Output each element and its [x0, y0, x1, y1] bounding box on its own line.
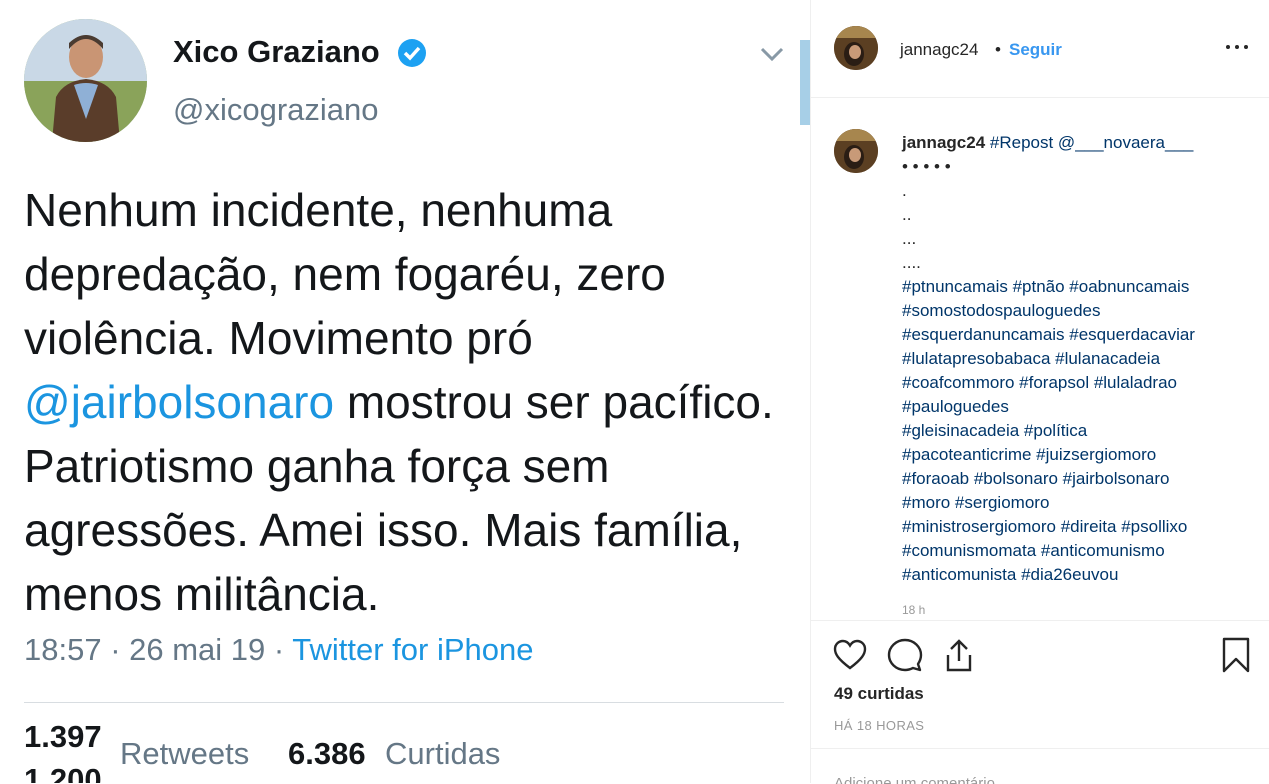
hashtag-line[interactable]: #gleisinacadeia #política — [902, 421, 1087, 440]
comment-icon[interactable] — [887, 637, 923, 673]
likes-count[interactable]: 49 curtidas — [834, 684, 924, 704]
verified-badge-icon — [398, 39, 426, 67]
caption-line: ... — [902, 229, 917, 248]
hashtag-line[interactable]: #pacoteanticrime #juizsergiomoro — [902, 445, 1156, 464]
tweet-meta: 18:57 · 26 mai 19 · Twitter for iPhone — [24, 632, 533, 668]
caption-line: .... — [902, 253, 921, 272]
scrollbar-thumb — [800, 40, 810, 125]
hashtag-line[interactable]: #moro #sergiomoro — [902, 493, 1049, 512]
hashtag-line[interactable]: #anticomunista #dia26euvou — [902, 565, 1118, 584]
more-horizontal-icon[interactable] — [1224, 36, 1250, 58]
hashtag-line[interactable]: #somostodospauloguedes — [902, 301, 1100, 320]
tweet-avatar — [24, 19, 147, 142]
hashtag-line[interactable]: #esquerdanuncamais #esquerdacaviar — [902, 325, 1195, 344]
hashtag-line[interactable]: #ministrosergiomoro #direita #psollixo — [902, 517, 1187, 536]
post-username[interactable]: jannagc24 — [900, 40, 978, 60]
heart-icon[interactable] — [832, 637, 868, 673]
tweet-timestamp: 18:57 · 26 mai 19 · — [24, 632, 293, 667]
tweet-author-name: Xico Graziano — [173, 34, 380, 69]
bookmark-icon[interactable] — [1218, 637, 1254, 673]
tweet-source: Twitter for iPhone — [292, 632, 534, 667]
separator-dot: • — [995, 40, 1001, 59]
like-count: 6.386 — [288, 736, 366, 771]
avatar[interactable] — [834, 26, 878, 70]
hashtag-line[interactable]: #pauloguedes — [902, 397, 1009, 416]
chevron-down-icon — [760, 47, 784, 62]
action-bar: 49 curtidas HÁ 18 HORAS — [811, 620, 1269, 749]
next-count: 1.200 — [24, 762, 102, 783]
post-header: jannagc24 • Seguir — [811, 0, 1269, 98]
likes-label: Curtidas — [385, 736, 501, 771]
hashtag-line[interactable]: #foraoab #bolsonaro #jairbolsonaro — [902, 469, 1169, 488]
caption-line: .. — [902, 205, 912, 224]
hashtag-line[interactable]: #comunismomata #anticomunismo — [902, 541, 1165, 560]
caption-time: 18 h — [902, 603, 926, 617]
hashtag-line[interactable]: #coafcommoro #forapsol #lulaladrao — [902, 373, 1177, 392]
caption-line: . — [902, 181, 907, 200]
tweet-image: Xico Graziano @xicograziano Nenhum incid… — [0, 0, 810, 783]
post-timestamp: HÁ 18 HORAS — [834, 718, 925, 733]
caption-area: jannagc24 #Repost @___novaera___ • • • • … — [811, 98, 1269, 618]
caption-avatar[interactable] — [834, 129, 878, 173]
divider — [24, 702, 784, 703]
share-icon[interactable] — [941, 637, 977, 673]
tweet-text: Nenhum incidente, nenhuma depredação, ne… — [24, 178, 794, 626]
caption-line: • • • • • — [902, 157, 951, 176]
retweets-label: Retweets — [120, 736, 250, 771]
hashtag-line[interactable]: #lulatapresobabaca #lulanacadeia — [902, 349, 1160, 368]
follow-button[interactable]: Seguir — [1009, 40, 1062, 60]
tweet-text-start: Nenhum incidente, nenhuma depredação, ne… — [24, 184, 666, 364]
comment-box: Adicione um comentário... — [811, 748, 1269, 784]
tweet-author-handle: @xicograziano — [173, 92, 379, 127]
hashtag-line[interactable]: #Repost @___novaera___ — [990, 133, 1193, 152]
caption-text: jannagc24 #Repost @___novaera___ • • • • … — [902, 131, 1242, 587]
tweet-mention: @jairbolsonaro — [24, 376, 335, 428]
instagram-panel: jannagc24 • Seguir jannagc24 #Repost @__… — [811, 0, 1269, 784]
retweet-count: 1.397 — [24, 719, 102, 754]
caption-username[interactable]: jannagc24 — [902, 133, 985, 152]
hashtag-line[interactable]: #ptnuncamais #ptnão #oabnuncamais — [902, 277, 1189, 296]
